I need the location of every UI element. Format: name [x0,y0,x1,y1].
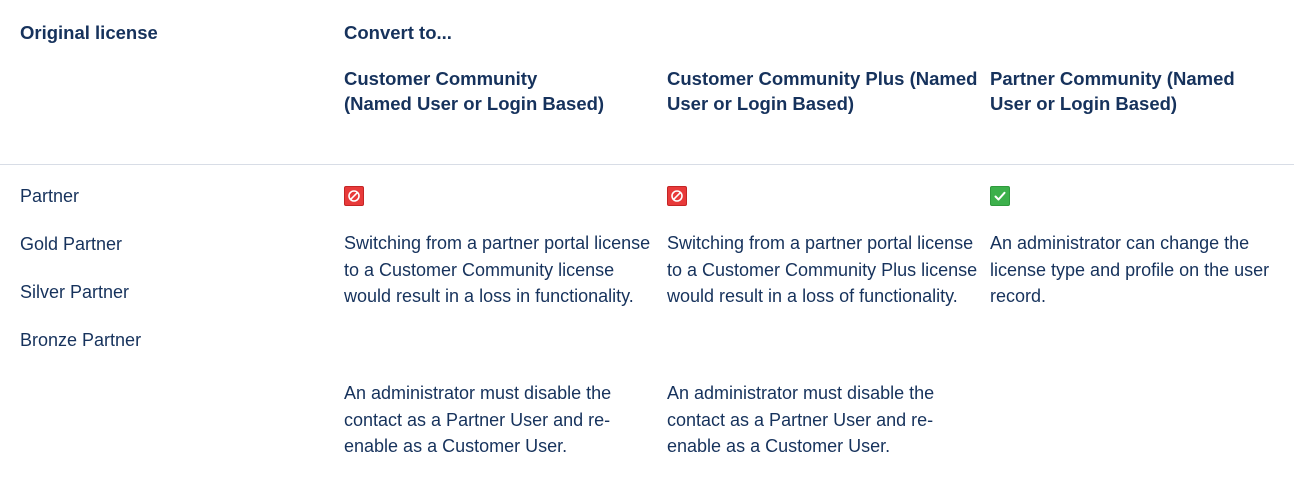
cell-customer-community-plus-para-2: An administrator must disable the contac… [667,383,935,456]
cell-customer-community-para-1: Switching from a partner portal license … [344,233,651,306]
prohibited-icon [344,186,364,206]
convert-to-header: Convert to... [344,22,452,43]
cell-partner-community-para-1: An administrator can change the license … [990,233,1270,306]
original-license-header: Original license [20,22,158,43]
checkmark-icon [990,186,1010,206]
column-header-customer-community-plus: Customer Community Plus (Named User or L… [667,68,978,114]
cell-customer-community-para-2: An administrator must disable the contac… [344,383,612,456]
prohibited-icon [667,186,687,206]
license-item-silver-partner: Silver Partner [20,282,130,302]
column-header-partner-community: Partner Community (Named User or Login B… [990,68,1235,114]
license-list: Partner Gold Partner Silver Partner Bron… [20,183,200,375]
license-item-gold-partner: Gold Partner [20,234,123,254]
header-divider [0,164,1294,165]
cell-customer-community-plus-para-1: Switching from a partner portal license … [667,233,978,306]
column-header-customer-community: Customer Community (Named User or Login … [344,68,605,114]
license-item-partner: Partner [20,186,80,206]
license-item-bronze-partner: Bronze Partner [20,330,142,350]
